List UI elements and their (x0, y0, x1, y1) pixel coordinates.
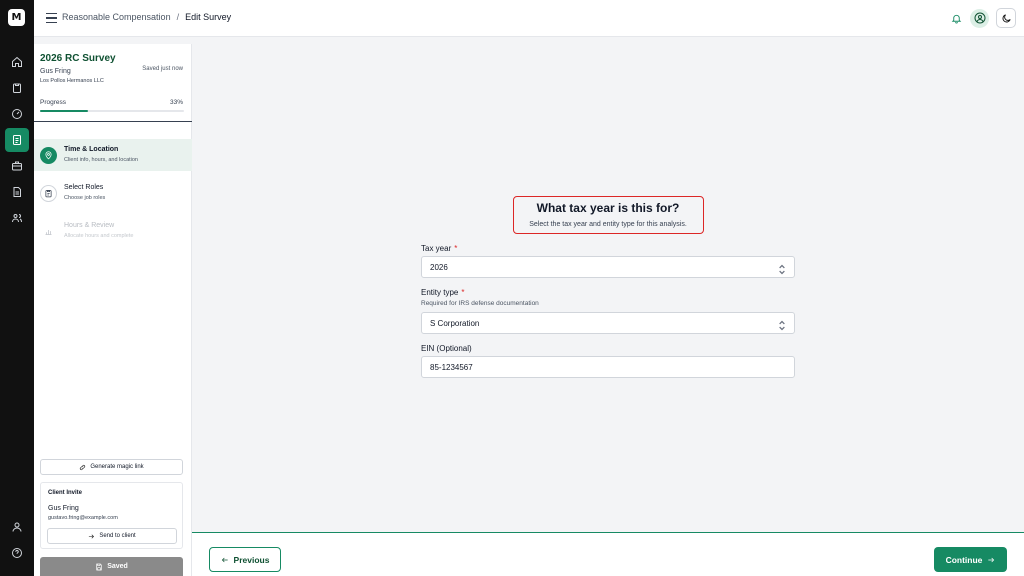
survey-icon[interactable] (5, 128, 29, 152)
client-invite-card: Client Invite Gus Fring gustavo.fring@ex… (40, 482, 183, 549)
required-mark: * (454, 244, 458, 253)
invite-name: Gus Fring (48, 505, 79, 512)
step-title: Select Roles (64, 184, 104, 191)
ein-label: EIN (Optional) (421, 344, 472, 353)
arrow-left-icon (221, 557, 228, 562)
form-footer: Previous Continue (192, 532, 1024, 576)
clipboard-icon[interactable] (5, 76, 29, 100)
continue-button[interactable]: Continue (934, 547, 1007, 572)
progress-fill (40, 110, 88, 112)
clipboard-icon (40, 185, 57, 202)
survey-sidebar: 2026 RC Survey Saved just now Gus Fring … (34, 44, 192, 576)
tax-year-value: 2026 (430, 263, 448, 272)
previous-button[interactable]: Previous (209, 547, 281, 572)
ein-input[interactable]: 85-1234567 (421, 356, 795, 378)
chevron-up-down-icon (778, 262, 786, 275)
breadcrumb: Reasonable Compensation / Edit Survey (62, 12, 231, 22)
ein-value: 85-1234567 (430, 363, 473, 372)
save-icon (96, 563, 102, 570)
step-title: Time & Location (64, 146, 119, 153)
progress-value: 33% (169, 99, 183, 106)
top-actions (949, 8, 1016, 28)
briefcase-icon[interactable] (5, 154, 29, 178)
entity-type-value: S Corporation (430, 319, 480, 328)
moon-icon (1002, 13, 1011, 22)
top-bar: Reasonable Compensation / Edit Survey (34, 0, 1024, 37)
sidebar-divider (34, 121, 192, 122)
dark-mode-toggle[interactable] (996, 8, 1016, 28)
bell-icon[interactable] (949, 11, 963, 25)
continue-label: Continue (945, 554, 983, 565)
send-icon (89, 534, 95, 538)
arrow-right-icon (988, 557, 995, 562)
document-icon[interactable] (5, 180, 29, 204)
entity-type-help: Required for IRS defense documentation (421, 300, 539, 307)
progress-bar (40, 110, 184, 112)
step-subtitle: Allocate hours and complete (64, 233, 134, 239)
entity-type-select[interactable]: S Corporation (421, 312, 795, 334)
tax-year-select[interactable]: 2026 (421, 256, 795, 278)
step-select-roles[interactable]: Select Roles Choose job roles (34, 177, 192, 209)
step-subtitle: Client info, hours, and location (64, 157, 138, 163)
tax-year-label: Tax year * (421, 244, 457, 253)
avatar[interactable] (970, 8, 989, 28)
send-to-client-button[interactable]: Send to client (47, 528, 177, 544)
entity-type-label: Entity type * (421, 288, 464, 297)
question-header: What tax year is this for? Select the ta… (513, 196, 704, 234)
required-mark: * (461, 288, 465, 297)
saved-label: Saved (107, 563, 128, 570)
step-time-location[interactable]: Time & Location Client info, hours, and … (34, 139, 192, 171)
saved-button[interactable]: Saved (40, 557, 183, 576)
generate-magic-link-button[interactable]: Generate magic link (40, 459, 183, 475)
breadcrumb-parent[interactable]: Reasonable Compensation (62, 12, 171, 22)
saved-status: Saved just now (142, 66, 183, 72)
map-pin-icon (40, 147, 57, 164)
client-company: Los Pollos Hermanos LLC (40, 78, 104, 84)
question-subtitle: Select the tax year and entity type for … (529, 221, 687, 228)
gauge-icon[interactable] (5, 102, 29, 126)
progress-label: Progress (40, 99, 67, 106)
breadcrumb-current: Edit Survey (185, 12, 232, 22)
invite-title: Client Invite (48, 490, 83, 496)
menu-icon[interactable] (46, 12, 57, 24)
entity-type-label-text: Entity type (421, 288, 459, 297)
invite-email: gustavo.fring@example.com (48, 515, 118, 521)
logo-text: M (11, 12, 22, 23)
breadcrumb-separator: / (176, 12, 180, 22)
previous-label: Previous (233, 554, 270, 565)
chevron-up-down-icon (778, 318, 786, 331)
step-hours-review: Hours & Review Allocate hours and comple… (34, 215, 192, 247)
user-icon[interactable] (0, 516, 34, 538)
client-name: Gus Fring (40, 68, 71, 75)
tax-year-label-text: Tax year (421, 244, 452, 253)
home-icon[interactable] (5, 50, 29, 74)
send-label: Send to client (99, 533, 136, 539)
survey-title: 2026 RC Survey (40, 53, 116, 64)
bar-chart-icon (40, 223, 57, 240)
step-subtitle: Choose job roles (64, 195, 106, 201)
left-rail: M (0, 0, 34, 576)
question-title: What tax year is this for? (536, 201, 680, 215)
step-title: Hours & Review (64, 222, 115, 229)
users-icon[interactable] (5, 206, 29, 230)
help-icon[interactable] (0, 542, 34, 564)
magic-link-label: Generate magic link (90, 464, 144, 470)
app-logo[interactable]: M (8, 9, 25, 26)
link-icon (80, 464, 86, 470)
